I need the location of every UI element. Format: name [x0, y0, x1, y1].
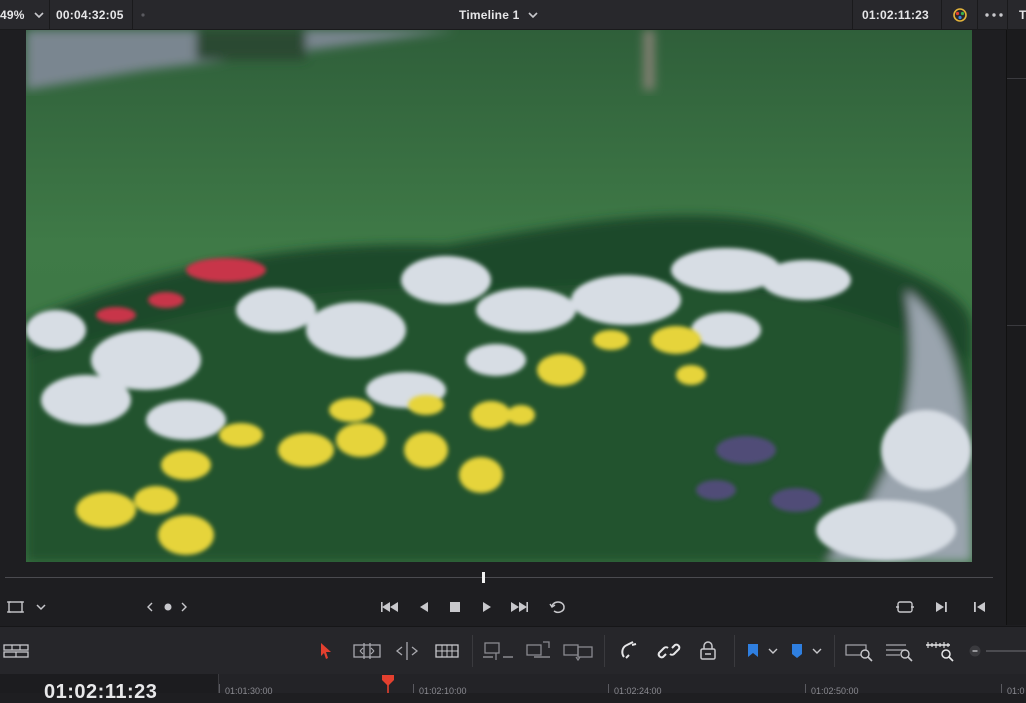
transport-controls [0, 590, 1006, 624]
ruler-label: 01:02:50:00 [811, 686, 859, 696]
timeline-name[interactable]: Timeline 1 [459, 8, 519, 22]
full-extent-zoom-icon[interactable] [844, 639, 874, 663]
skip-to-start-icon[interactable] [380, 598, 400, 616]
right-panel-edge [1006, 30, 1026, 625]
jog-control-icon[interactable] [144, 598, 192, 616]
timeline-chevron-down-icon[interactable] [527, 9, 539, 21]
scrubber-track[interactable] [5, 577, 993, 578]
record-timecode[interactable]: 01:02:11:23 [862, 8, 929, 22]
timeline-panel: 01:02:11:23 01:01:30:00 01:02:10:00 01:0… [0, 674, 1026, 702]
snapping-icon[interactable] [618, 639, 642, 663]
timeline-ruler[interactable]: 01:01:30:00 01:02:10:00 01:02:24:00 01:0… [218, 674, 1026, 696]
timeline-view-options-icon[interactable] [3, 639, 29, 663]
flag-icon[interactable] [744, 639, 762, 663]
trim-edit-mode-icon[interactable] [352, 639, 382, 663]
flag-chevron-down-icon[interactable] [766, 639, 780, 663]
viewer-area[interactable] [0, 30, 1026, 565]
edit-toolbar [0, 626, 1026, 674]
timeline-playhead[interactable] [381, 674, 395, 693]
zoom-out-icon[interactable] [968, 639, 982, 663]
replace-clip-icon[interactable] [562, 639, 594, 663]
next-edit-icon[interactable] [932, 598, 952, 616]
zoom-chevron-down-icon[interactable] [33, 9, 45, 21]
stop-icon[interactable] [445, 598, 465, 616]
play-icon[interactable] [477, 598, 497, 616]
play-reverse-icon[interactable] [414, 598, 434, 616]
loop-icon[interactable] [548, 598, 568, 616]
scrubber-playhead[interactable] [482, 572, 485, 583]
dynamic-trim-icon[interactable] [394, 639, 420, 663]
scrubber-bar[interactable] [0, 565, 1006, 589]
ruler-label: 01:0 [1007, 686, 1025, 696]
custom-zoom-icon[interactable] [924, 639, 956, 663]
ruler-label: 01:01:30:00 [225, 686, 273, 696]
viewer-header: 49% 00:04:32:05 Timeline 1 01:02:11:23 T [0, 0, 1026, 30]
skip-to-end-icon[interactable] [509, 598, 529, 616]
detail-zoom-icon[interactable] [884, 639, 914, 663]
previous-edit-icon[interactable] [969, 598, 989, 616]
overwrite-clip-icon[interactable] [524, 639, 552, 663]
blurred-flowerbed-image [26, 30, 972, 562]
zoom-slider[interactable] [986, 650, 1026, 652]
source-timecode[interactable]: 00:04:32:05 [56, 8, 124, 22]
ruler-label: 01:02:24:00 [614, 686, 662, 696]
match-frame-icon[interactable] [895, 598, 915, 616]
blade-edit-icon[interactable] [434, 639, 460, 663]
timeline-timecode[interactable]: 01:02:11:23 [44, 682, 157, 702]
linked-selection-icon[interactable] [656, 639, 682, 663]
viewer-overlay-icon[interactable] [6, 598, 26, 616]
ruler-label: 01:02:10:00 [419, 686, 467, 696]
overlay-chevron-down-icon[interactable] [34, 598, 48, 616]
more-options-icon[interactable] [984, 12, 1004, 18]
marker-icon[interactable] [788, 639, 806, 663]
position-lock-icon[interactable] [696, 639, 720, 663]
video-frame[interactable] [26, 30, 972, 562]
dot-icon [141, 13, 145, 17]
color-viewer-icon[interactable] [951, 7, 969, 23]
marker-chevron-down-icon[interactable] [810, 639, 824, 663]
zoom-level[interactable]: 49% [0, 8, 25, 22]
selection-mode-icon[interactable] [317, 639, 335, 663]
insert-clip-icon[interactable] [482, 639, 514, 663]
right-panel-letter: T [1019, 8, 1026, 22]
